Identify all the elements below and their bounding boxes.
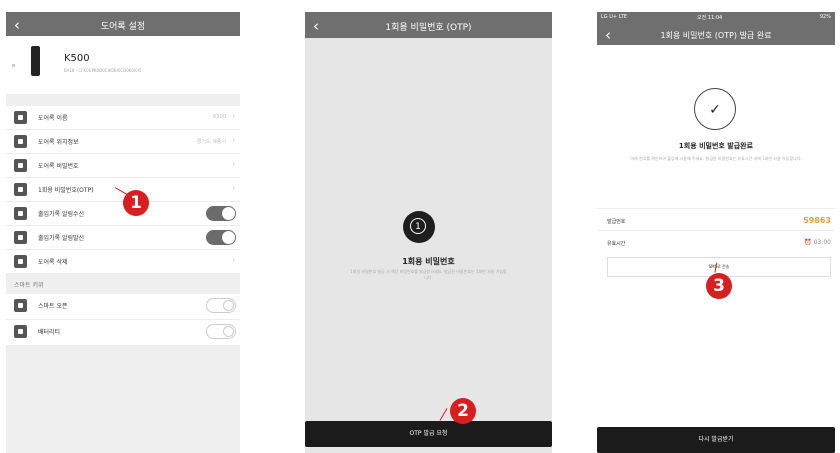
row-label: 도어록 삭제 <box>38 259 68 266</box>
issued-description: 아래 번호를 확인하여 출입에 사용해 주세요. 발급된 비밀번호는 유효시간 … <box>630 156 802 161</box>
row-doorlock-password[interactable]: 도어록 비밀번호 › <box>6 154 240 178</box>
battery-icon <box>14 325 27 338</box>
valid-time-label: 유효시간 <box>607 241 626 247</box>
toggle-switch[interactable] <box>206 324 236 339</box>
toggle-switch[interactable] <box>206 230 236 245</box>
carrier-status: LG U+ LTE <box>601 14 627 20</box>
row-label: 배터리티 <box>38 329 61 336</box>
otp-issued-screen: LG U+ LTE 오전 11:04 92% ‹ 1회용 비밀번호 (OTP) … <box>597 12 835 453</box>
valid-time-row: 유효시간 ⏰ 03:00 <box>597 230 835 257</box>
otp-heading: 1회용 비밀번호 <box>402 257 455 266</box>
section-title: 스마트 키위 <box>14 282 44 289</box>
password-icon <box>14 159 27 172</box>
row-label: 1회용 비밀번호(OTP) <box>38 187 94 194</box>
timer-value: ⏰ 03:00 <box>804 239 831 246</box>
row-doorlock-name[interactable]: 도어록 이름 K500 › <box>6 106 240 130</box>
divider <box>6 94 240 106</box>
header-bar: ‹ 도어록 설정 <box>6 12 240 36</box>
header-bar: LG U+ LTE 오전 11:04 92% ‹ 1회용 비밀번호 (OTP) … <box>597 12 835 45</box>
check-circle-icon: ✓ <box>694 88 736 130</box>
section-header: 스마트 키위 <box>6 274 240 294</box>
toggle-switch[interactable] <box>206 298 236 313</box>
chevron-right-icon: › <box>232 136 235 144</box>
indicator-dot <box>12 64 15 67</box>
valid-time-value: 03:00 <box>813 239 831 246</box>
doorlock-image <box>31 46 40 76</box>
name-icon <box>14 111 27 124</box>
otp-number-value: 59863 <box>803 216 831 225</box>
battery-status: 92% <box>819 14 831 20</box>
doorlock-settings-screen: ‹ 도어록 설정 K500 BA18 · CFK0UPK0D0CIK0BI0CD… <box>6 12 240 453</box>
request-otp-button[interactable]: OTP 발급 요청 <box>305 421 552 447</box>
page-title: 1회용 비밀번호 (OTP) <box>385 23 472 33</box>
status-time: 오전 11:04 <box>697 15 723 21</box>
smart-open-icon <box>14 299 27 312</box>
otp-description: 1회성 비밀번호 발급 시 해당 비밀번호를 발급받으세요. 발급된 비밀번호는… <box>350 269 507 280</box>
row-access-notify-send[interactable]: 출입기록 알림발신 <box>6 226 240 250</box>
otp-screen: ‹ 1회용 비밀번호 (OTP) 1 1회용 비밀번호 1회성 비밀번호 발급 … <box>305 12 552 453</box>
page-title: 1회용 비밀번호 (OTP) 발급 완료 <box>660 31 772 40</box>
otp-icon-glyph: 1 <box>410 218 426 234</box>
row-doorlock-location[interactable]: 도어록 위치정보 경기도 세종시 › <box>6 130 240 154</box>
otp-icon: 1 <box>403 211 435 243</box>
row-battery[interactable]: 배터리티 <box>6 320 240 346</box>
row-value: 경기도 세종시 <box>196 139 226 145</box>
reissue-button[interactable]: 다시 발급받기 <box>597 427 835 453</box>
step-badge-1: 1 <box>123 190 149 216</box>
row-value: K500 <box>213 114 226 120</box>
step-badge-2: 2 <box>450 398 476 424</box>
delete-icon <box>14 255 27 268</box>
row-label: 출입기록 알림수신 <box>38 211 85 218</box>
chevron-right-icon: › <box>232 160 235 168</box>
device-card: K500 BA18 · CFK0UPK0D0CIK0BI0CD0K0I0I5 <box>6 36 240 94</box>
alarm-clock-icon: ⏰ <box>804 239 812 246</box>
otp-number-label: 발급번호 <box>607 219 626 225</box>
otp-icon <box>14 183 27 196</box>
device-name: K500 <box>64 53 90 64</box>
chevron-right-icon: › <box>232 256 235 264</box>
row-delete-doorlock[interactable]: 도어록 삭제 › <box>6 250 240 274</box>
row-label: 도어록 비밀번호 <box>38 163 79 170</box>
chevron-right-icon: › <box>232 112 235 120</box>
row-label: 스마트 오픈 <box>38 303 68 310</box>
row-label: 도어록 위치정보 <box>38 139 79 146</box>
send-icon <box>14 231 27 244</box>
row-label: 출입기록 알림발신 <box>38 235 85 242</box>
row-label: 도어록 이름 <box>38 115 68 122</box>
header-bar: ‹ 1회용 비밀번호 (OTP) <box>305 12 552 38</box>
chevron-right-icon: › <box>232 184 235 192</box>
toggle-switch[interactable] <box>206 206 236 221</box>
page-title: 도어록 설정 <box>100 22 146 32</box>
device-serial: BA18 · CFK0UPK0D0CIK0BI0CD0K0I0I5 <box>64 68 142 73</box>
location-icon <box>14 135 27 148</box>
step-badge-3: 3 <box>706 273 732 299</box>
notify-icon <box>14 207 27 220</box>
issued-heading: 1회용 비밀번호 발급완료 <box>678 142 754 150</box>
row-smart-open[interactable]: 스마트 오픈 <box>6 294 240 320</box>
empty-area <box>6 346 240 453</box>
